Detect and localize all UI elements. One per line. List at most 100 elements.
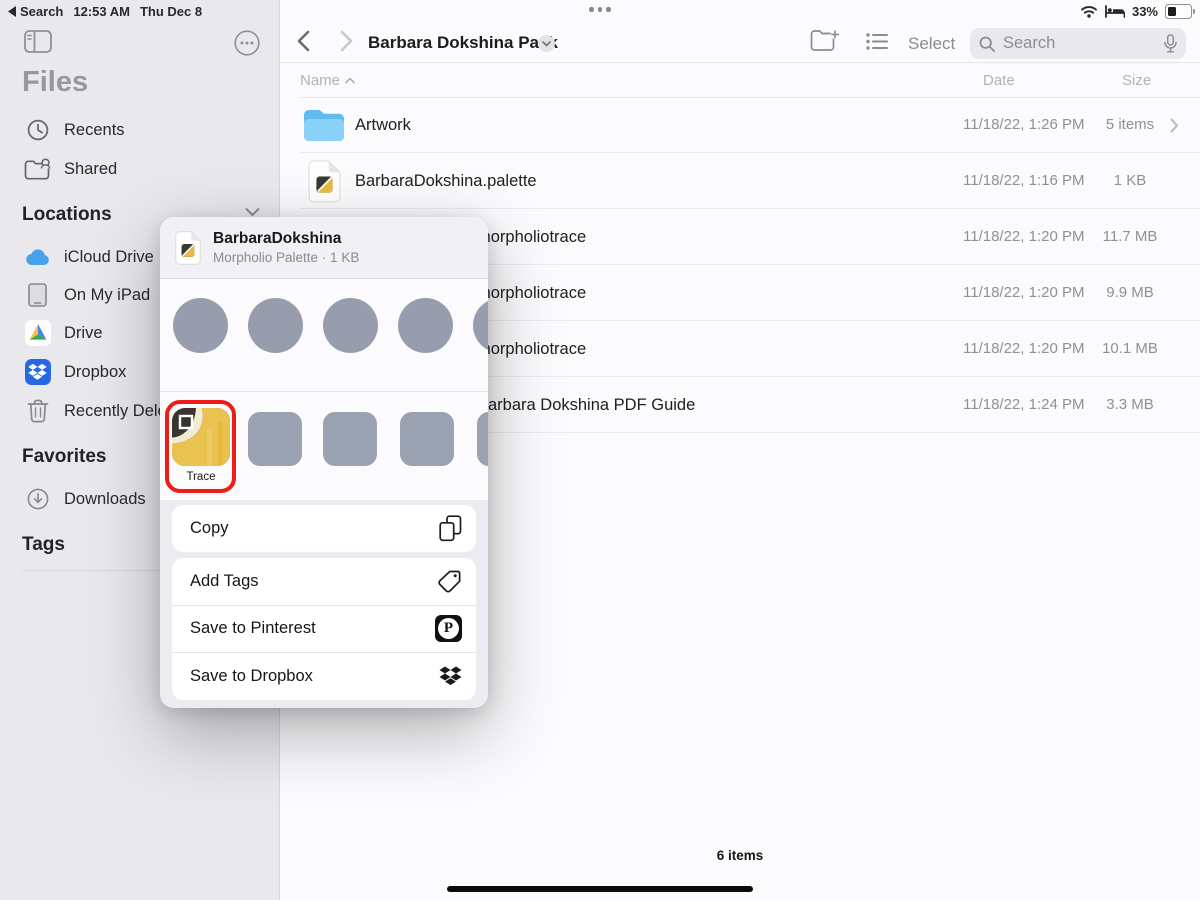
multitasking-indicator[interactable] [0, 7, 1200, 12]
column-header-date[interactable]: Date [983, 72, 1015, 89]
file-size: 3.3 MB [1096, 377, 1164, 433]
list-column-headers: Name Date Size [300, 70, 1180, 97]
items-count: 6 items [280, 848, 1200, 863]
google-drive-icon [24, 320, 51, 346]
share-app-placeholder[interactable] [400, 412, 454, 466]
action-save-to-dropbox[interactable]: Save to Dropbox [172, 652, 476, 700]
battery-icon [1165, 4, 1192, 19]
action-label: Add Tags [190, 572, 259, 591]
share-app-placeholder[interactable] [248, 412, 302, 466]
file-name: morpholiotrace [477, 209, 586, 265]
share-target-placeholder[interactable] [398, 298, 453, 353]
sidebar-section-favorites[interactable]: Favorites [22, 446, 106, 468]
app-title: Files [22, 66, 88, 99]
palette-file-icon [302, 159, 346, 203]
file-size: 9.9 MB [1096, 265, 1164, 321]
action-save-to-pinterest[interactable]: Save to Pinterest P [172, 605, 476, 653]
share-sheet-popover: BarbaraDokshina Morpholio Palette · 1 KB… [160, 217, 488, 708]
icloud-icon [24, 248, 51, 266]
share-sheet-actions: Copy Add Tags Save to Pinterest P Sa [160, 500, 488, 708]
action-card-secondary: Add Tags Save to Pinterest P Save to Dro… [172, 558, 476, 700]
share-app-placeholder[interactable] [323, 412, 377, 466]
file-size: 1 KB [1096, 153, 1164, 209]
file-row-palette[interactable]: BarbaraDokshina.palette 11/18/22, 1:16 P… [280, 153, 1200, 209]
action-card-primary: Copy [172, 505, 476, 552]
action-label: Copy [190, 519, 229, 538]
ellipsis-circle-icon [234, 30, 260, 56]
sidebar-more-button[interactable] [234, 30, 260, 56]
sidebar-item-label: Recents [64, 121, 125, 140]
tag-icon [437, 569, 462, 593]
list-view-button[interactable] [866, 32, 888, 51]
share-sheet-divider [160, 391, 488, 392]
battery-percent: 33% [1132, 4, 1158, 19]
file-size: 10.1 MB [1096, 321, 1164, 377]
sidebar-item-label: Shared [64, 160, 117, 179]
file-name: Artwork [355, 97, 411, 153]
file-date: 11/18/22, 1:26 PM [963, 97, 1084, 153]
sidebar-toggle-icon [24, 30, 52, 53]
shared-folder-icon [24, 158, 51, 180]
file-size: 5 items [1096, 97, 1164, 153]
file-name: morpholiotrace [477, 321, 586, 377]
clock-icon [24, 118, 51, 142]
file-date: 11/18/22, 1:16 PM [963, 153, 1084, 209]
status-bar: Search 12:53 AM Thu Dec 8 33% [0, 0, 1200, 24]
chevron-down-icon [542, 41, 551, 47]
ipad-icon [24, 283, 51, 307]
back-button[interactable] [296, 30, 310, 52]
sidebar-section-locations[interactable]: Locations [22, 204, 112, 226]
chevron-down-icon[interactable] [245, 207, 260, 217]
mic-icon[interactable] [1164, 34, 1177, 53]
column-header-size[interactable]: Size [1122, 72, 1151, 89]
share-target-placeholder[interactable] [173, 298, 228, 353]
share-sheet-header: BarbaraDokshina Morpholio Palette · 1 KB [160, 217, 488, 279]
action-add-tags[interactable]: Add Tags [172, 558, 476, 605]
sidebar-item-recents[interactable]: Recents [0, 111, 280, 149]
folder-icon [302, 103, 346, 147]
file-name: Barbara Dokshina PDF Guide [477, 377, 695, 433]
sidebar-item-label: Downloads [64, 490, 146, 509]
sidebar-item-label: Drive [64, 324, 103, 343]
share-target-placeholder[interactable] [473, 298, 489, 353]
search-input[interactable] [1001, 33, 1158, 54]
action-copy[interactable]: Copy [172, 505, 476, 552]
file-name: morpholiotrace [477, 265, 586, 321]
share-file-subtitle: Morpholio Palette · 1 KB [213, 250, 359, 265]
home-indicator[interactable] [447, 886, 753, 892]
sidebar-toggle-button[interactable] [24, 30, 52, 53]
sidebar-item-label: iCloud Drive [64, 248, 154, 267]
list-view-icon [866, 32, 888, 51]
share-target-placeholder[interactable] [248, 298, 303, 353]
action-label: Save to Dropbox [190, 667, 313, 686]
new-folder-button[interactable] [810, 29, 840, 53]
download-circle-icon [24, 487, 51, 511]
toolbar-divider [281, 62, 1200, 63]
search-field[interactable] [970, 28, 1186, 59]
search-icon [979, 36, 995, 52]
file-name: BarbaraDokshina.palette [355, 153, 537, 209]
folder-title-menu-button[interactable] [538, 35, 555, 52]
sidebar-item-shared[interactable]: Shared [0, 150, 280, 188]
dropbox-glyph-icon [439, 666, 462, 687]
file-date: 11/18/22, 1:20 PM [963, 321, 1084, 377]
new-folder-icon [810, 29, 840, 53]
share-app-placeholder[interactable] [477, 412, 488, 466]
file-date: 11/18/22, 1:20 PM [963, 265, 1084, 321]
annotation-highlight-rectangle [165, 400, 236, 493]
folder-title: Barbara Dokshina Pack [368, 33, 558, 53]
column-header-name[interactable]: Name [300, 72, 355, 89]
chevron-right-icon [1170, 118, 1179, 133]
sidebar-section-tags[interactable]: Tags [22, 534, 65, 556]
file-row-artwork[interactable]: Artwork 11/18/22, 1:26 PM 5 items [280, 97, 1200, 153]
forward-button[interactable] [340, 30, 354, 52]
dropbox-icon [24, 359, 51, 385]
file-size: 11.7 MB [1096, 209, 1164, 265]
share-target-placeholder[interactable] [323, 298, 378, 353]
trash-icon [24, 399, 51, 423]
select-button[interactable]: Select [908, 34, 955, 54]
action-label: Save to Pinterest [190, 619, 316, 638]
wifi-icon [1080, 5, 1098, 18]
sidebar-item-label: On My iPad [64, 286, 150, 305]
sidebar-item-label: Dropbox [64, 363, 126, 382]
